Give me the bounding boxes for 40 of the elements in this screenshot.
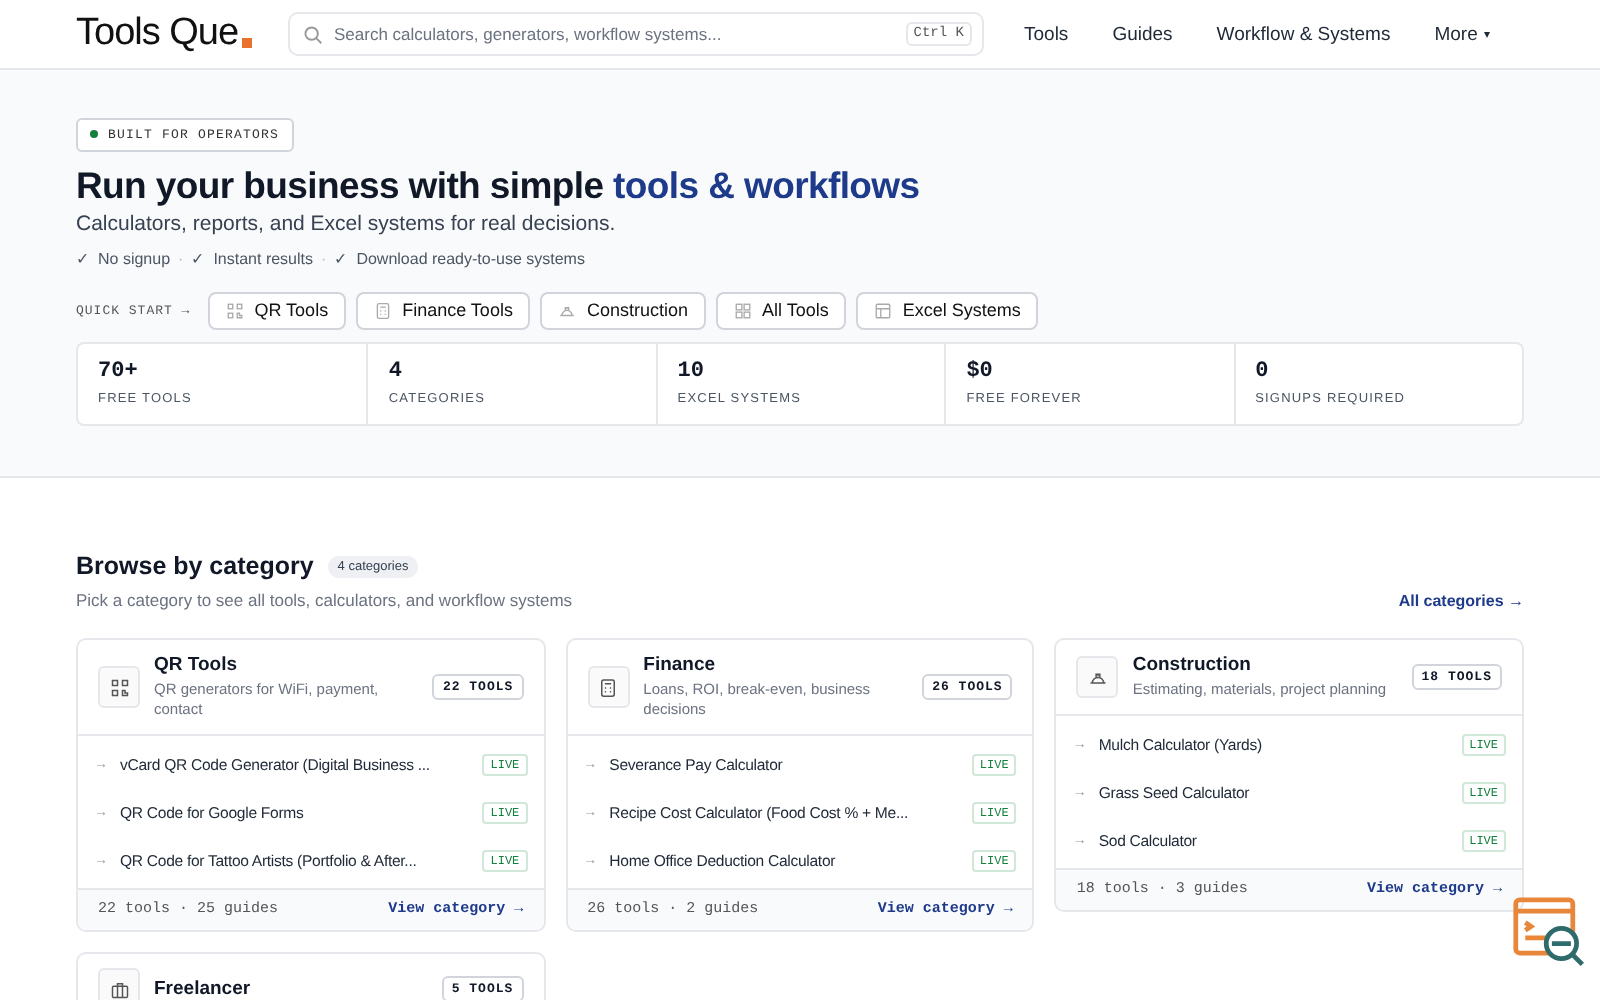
category-title: Construction bbox=[1132, 654, 1253, 676]
stat-value: 70+ bbox=[98, 359, 140, 383]
separator-dot: · bbox=[321, 249, 327, 267]
hard-hat-icon bbox=[558, 301, 577, 319]
stat-value: 10 bbox=[677, 359, 706, 383]
all-categories-link[interactable]: All categories → bbox=[1398, 592, 1524, 610]
benefit-label: Instant results bbox=[213, 249, 314, 267]
briefcase-icon bbox=[109, 979, 129, 1000]
check-icon: ✓ bbox=[76, 249, 90, 267]
hero-subtitle: Calculators, reports, and Excel systems for real decisions. bbox=[76, 211, 618, 235]
quick-link-button[interactable]: QR Tools bbox=[208, 291, 347, 329]
category-title: Freelancer bbox=[154, 978, 253, 1000]
category-title: Finance bbox=[643, 654, 718, 676]
check-icon: ✓ bbox=[334, 249, 349, 267]
stat-value: 0 bbox=[1255, 359, 1271, 383]
calculator-icon bbox=[374, 301, 393, 319]
chat-widget-button[interactable] bbox=[1512, 896, 1588, 972]
logo[interactable]: Tools Que bbox=[76, 12, 288, 56]
benefit-label: Download ready-to-use systems bbox=[356, 249, 585, 267]
nav-link[interactable]: Tools bbox=[1024, 23, 1069, 45]
quick-link-button[interactable]: Construction bbox=[540, 291, 706, 329]
table-icon bbox=[874, 301, 893, 319]
quick-link-button[interactable]: Finance Tools bbox=[356, 291, 531, 329]
hero-title: Run your business with simple tools & workflows bbox=[76, 163, 922, 207]
section-title: Browse by category bbox=[76, 552, 314, 580]
quick-link-button[interactable]: All Tools bbox=[715, 291, 847, 329]
calculator-icon bbox=[598, 677, 619, 698]
check-icon: ✓ bbox=[191, 249, 206, 267]
category-title: QR Tools bbox=[154, 654, 240, 676]
stat-value: 4 bbox=[388, 359, 404, 383]
qr-code-icon bbox=[109, 677, 129, 698]
nav-link[interactable]: Guides bbox=[1112, 23, 1173, 45]
grid-icon bbox=[733, 301, 752, 319]
stat-value: $0 bbox=[966, 359, 995, 383]
nav-link[interactable]: Workflow & Systems bbox=[1216, 23, 1391, 45]
qr-code-icon bbox=[226, 301, 245, 319]
section-subtitle: Pick a category to see all tools, calculators, and workflow systems bbox=[76, 590, 573, 610]
benefit-label: No signup bbox=[98, 249, 171, 267]
quick-link-button[interactable]: Excel Systems bbox=[856, 291, 1039, 329]
separator-dot: · bbox=[178, 249, 184, 267]
